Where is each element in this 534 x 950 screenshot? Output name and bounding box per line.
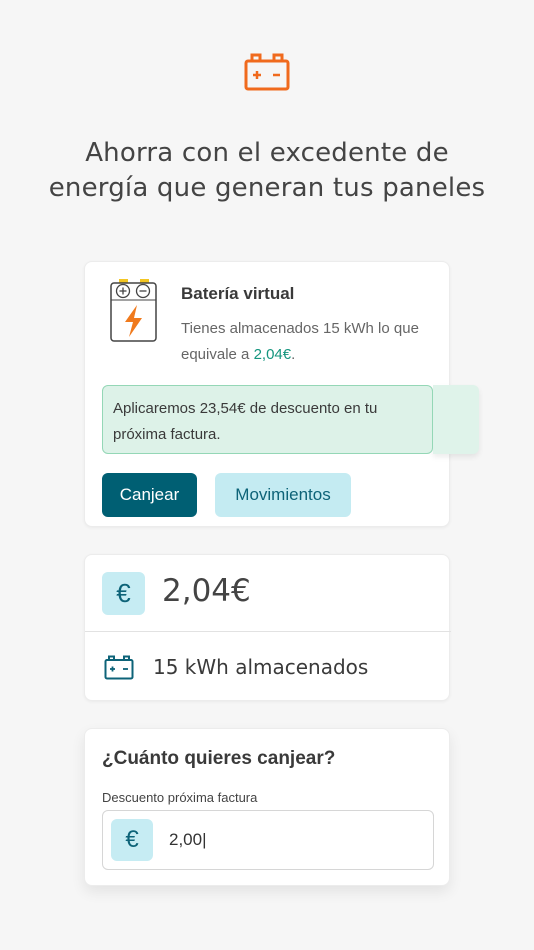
headline-line-2: energía que generan tus paneles — [48, 173, 486, 203]
redeem-form-card: ¿Cuánto quieres canjear? Descuento próxi… — [84, 728, 450, 886]
movements-button[interactable]: Movimientos — [215, 473, 351, 517]
redeem-form-title: ¿Cuánto quieres canjear? — [102, 748, 336, 769]
page-headline: Ahorra con el excedente de energía que g… — [0, 136, 534, 206]
discount-field-label: Descuento próxima factura — [102, 790, 258, 805]
stored-energy-row: 15 kWh almacenados — [85, 633, 451, 702]
redeem-button[interactable]: Canjear — [102, 473, 197, 517]
battery-card-title: Batería virtual — [181, 284, 295, 303]
headline-line-1: Ahorra con el excedente de — [85, 138, 449, 168]
discount-field[interactable]: € — [102, 810, 434, 870]
euro-icon: € — [102, 572, 145, 615]
euro-icon: € — [111, 819, 153, 861]
notice-overflow — [433, 385, 479, 454]
battery-lightning-icon — [110, 279, 157, 342]
virtual-battery-card: Batería virtual Tienes almacenados 15 kW… — [84, 261, 479, 527]
stored-amount: 2,04€ — [253, 346, 292, 363]
description-text: Tienes almacenados 15 kWh lo que equival… — [181, 320, 419, 363]
stored-energy-label: 15 kWh almacenados — [153, 655, 369, 679]
balance-row: € 2,04€ — [85, 555, 451, 632]
description-end: . — [291, 346, 296, 363]
balance-card: € 2,04€ 15 kWh almacenados — [84, 554, 451, 702]
battery-icon — [104, 655, 134, 680]
battery-icon — [244, 53, 290, 91]
battery-card-description: Tienes almacenados 15 kWh lo que equival… — [181, 316, 437, 368]
discount-amount-input[interactable] — [169, 828, 419, 852]
discount-notice: Aplicaremos 23,54€ de descuento en tu pr… — [102, 385, 433, 454]
balance-amount: 2,04€ — [162, 573, 251, 609]
